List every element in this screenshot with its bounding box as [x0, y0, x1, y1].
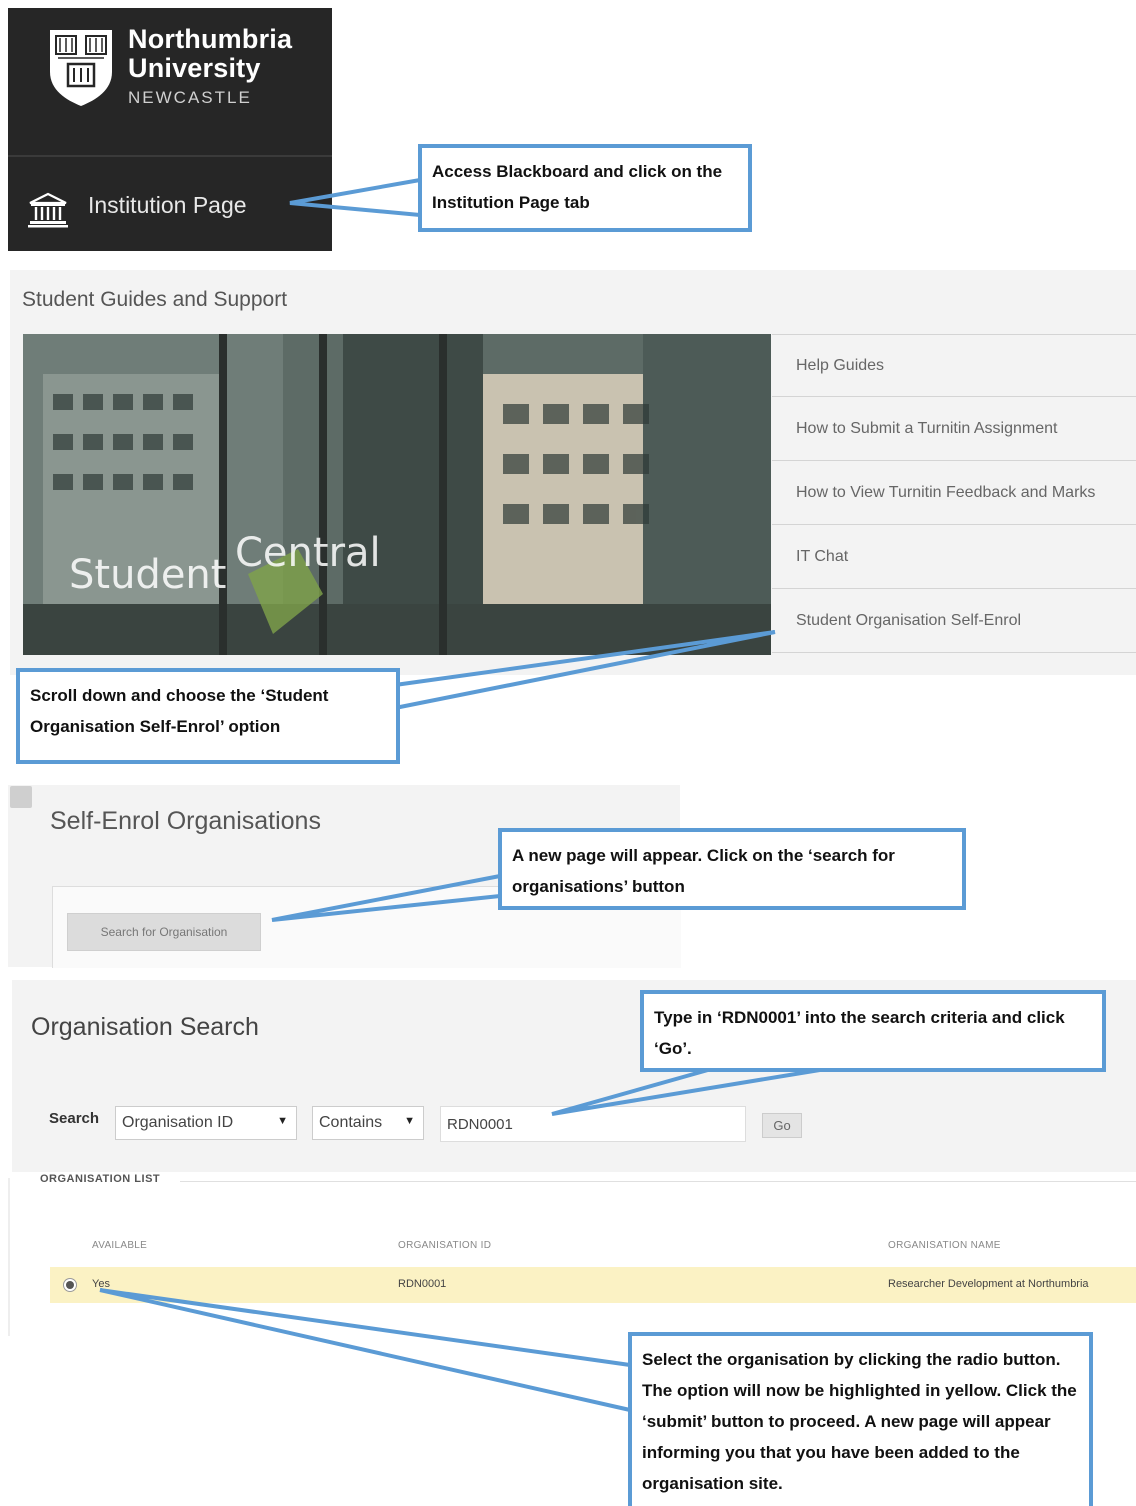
organisation-list-heading: ORGANISATION LIST: [40, 1173, 161, 1185]
student-central-photo: Student Central: [23, 334, 771, 655]
dropdown-arrow-icon: ▼: [277, 1115, 288, 1127]
photo-word-student: Student: [69, 552, 227, 598]
callout-step-5: Select the organisation by clicking the …: [628, 1332, 1093, 1506]
callout-step-4: Type in ‘RDN0001’ into the search criter…: [640, 990, 1106, 1072]
search-for-organisation-button[interactable]: Search for Organisation: [67, 913, 261, 951]
cell-organisation-id: RDN0001: [398, 1278, 447, 1290]
callout-step-3: A new page will appear. Click on the ‘se…: [498, 828, 966, 910]
header-divider: [8, 155, 332, 157]
institution-icon[interactable]: [28, 192, 68, 228]
search-field-select[interactable]: Organisation ID ▼: [115, 1106, 297, 1140]
guides-link-list: Help Guides How to Submit a Turnitin Ass…: [772, 334, 1136, 656]
select-radio-button[interactable]: [66, 1281, 74, 1289]
link-submit-turnitin[interactable]: How to Submit a Turnitin Assignment: [772, 398, 1136, 461]
self-enrol-title: Self-Enrol Organisations: [50, 807, 321, 835]
search-criteria-input[interactable]: RDN0001: [440, 1106, 746, 1142]
search-label: Search: [49, 1110, 100, 1127]
university-name-line2: University: [128, 53, 261, 83]
go-button[interactable]: Go: [762, 1113, 802, 1138]
link-view-turnitin-feedback[interactable]: How to View Turnitin Feedback and Marks: [772, 462, 1136, 525]
organisation-search-title: Organisation Search: [31, 1013, 259, 1041]
callout-step-1: Access Blackboard and click on the Insti…: [418, 144, 752, 232]
search-operator-value: Contains: [319, 1114, 383, 1131]
dropdown-arrow-icon: ▼: [404, 1115, 415, 1127]
callout-step-2: Scroll down and choose the ‘Student Orga…: [16, 668, 400, 764]
university-crest-icon: [50, 30, 112, 106]
northumbria-header: Northumbria University NEWCASTLE Institu…: [8, 8, 332, 251]
column-header-available[interactable]: AVAILABLE: [92, 1240, 147, 1251]
search-operator-select[interactable]: Contains ▼: [312, 1106, 424, 1140]
photo-word-central: Central: [235, 530, 381, 576]
organisation-list-panel: ORGANISATION LIST AVAILABLE ORGANISATION…: [8, 1173, 1136, 1336]
student-guides-panel: Student Guides and Support Student Centr…: [10, 270, 1136, 675]
cell-organisation-name: Researcher Development at Northumbria: [888, 1278, 1089, 1290]
edit-icon[interactable]: [10, 786, 32, 808]
link-student-organisation-self-enrol[interactable]: Student Organisation Self-Enrol: [772, 590, 1136, 653]
student-guides-title: Student Guides and Support: [22, 288, 288, 311]
university-city: NEWCASTLE: [128, 88, 252, 107]
column-header-organisation-name[interactable]: ORGANISATION NAME: [888, 1240, 1001, 1251]
table-row[interactable]: Yes RDN0001 Researcher Development at No…: [50, 1267, 1136, 1303]
university-name-line1: Northumbria: [128, 24, 293, 54]
link-help-guides[interactable]: Help Guides: [772, 334, 1136, 397]
institution-page-tab[interactable]: Institution Page: [88, 192, 247, 219]
building-photo-graphic: [23, 334, 771, 655]
link-it-chat[interactable]: IT Chat: [772, 526, 1136, 589]
search-field-value: Organisation ID: [122, 1114, 234, 1131]
cell-available: Yes: [92, 1278, 110, 1290]
column-header-organisation-id[interactable]: ORGANISATION ID: [398, 1240, 491, 1251]
heading-rule: [180, 1181, 1136, 1182]
